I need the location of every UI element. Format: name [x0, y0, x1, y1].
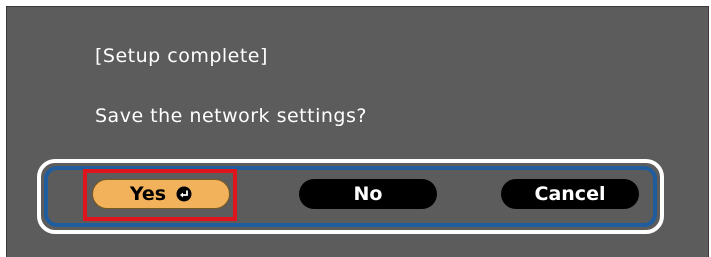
dialog-question: Save the network settings? — [95, 105, 367, 127]
no-button-label: No — [353, 183, 383, 205]
setup-complete-dialog: [Setup complete] Save the network settin… — [6, 6, 709, 257]
cancel-button[interactable]: Cancel — [501, 179, 639, 209]
no-button[interactable]: No — [299, 179, 437, 209]
dialog-title: [Setup complete] — [95, 45, 268, 67]
yes-highlight-box — [83, 169, 237, 221]
cancel-button-label: Cancel — [534, 183, 606, 205]
